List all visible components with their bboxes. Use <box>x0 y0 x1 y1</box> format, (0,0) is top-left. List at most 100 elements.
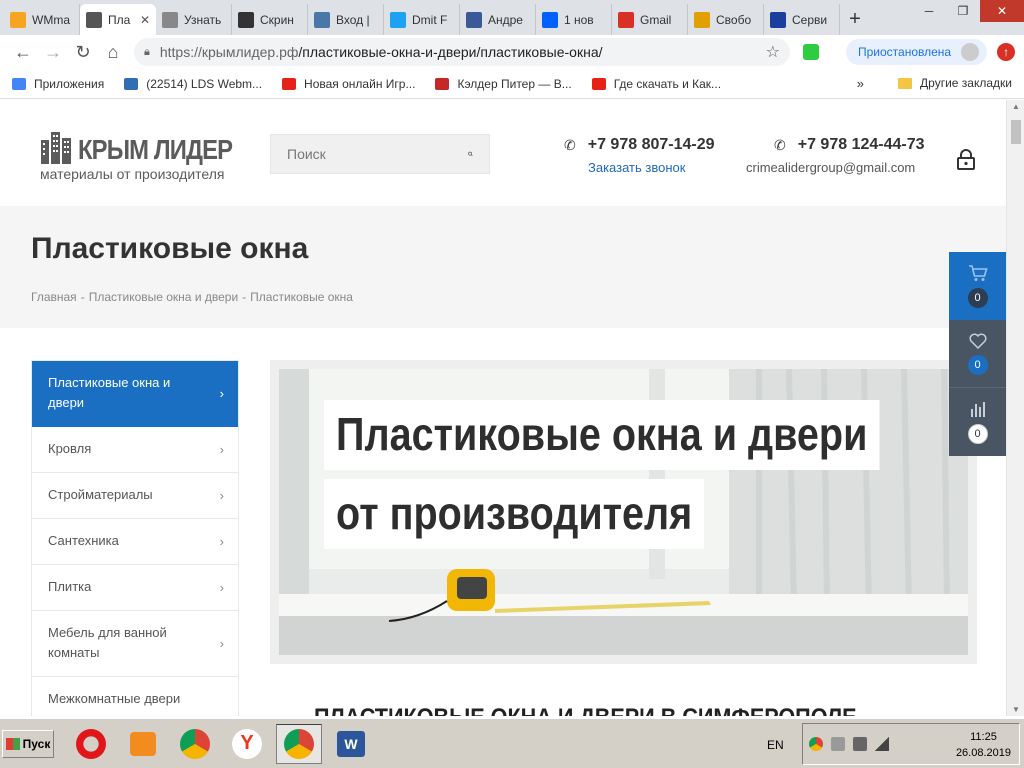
page-title-bar: Пластиковые окна Главная - Пластиковые окн… <box>0 206 1006 328</box>
callback-link[interactable]: Заказать звонок <box>588 160 715 175</box>
category-menu-item[interactable]: Пластиковые окна и двери › <box>32 361 238 427</box>
scroll-down-icon[interactable]: ▼ <box>1007 705 1024 714</box>
page-scrollbar[interactable]: ▲ ▼ <box>1006 100 1024 716</box>
banner-image: Пластиковые окна и двери от производител… <box>279 369 968 655</box>
banner-title-line2: от производителя <box>324 479 705 549</box>
chrome-active-taskbar-icon[interactable] <box>276 723 322 764</box>
reload-button[interactable]: ↻ <box>68 38 98 66</box>
yandex-taskbar-icon[interactable]: Y <box>224 724 270 764</box>
volume-muted-icon[interactable] <box>831 737 845 751</box>
compare-count: 0 <box>967 424 988 444</box>
category-menu: Пластиковые окна и двери › Кровля › Строймат… <box>31 360 239 716</box>
browser-tab[interactable]: Gmail <box>612 4 688 35</box>
browser-tab[interactable]: Андре <box>460 4 536 35</box>
minimize-button[interactable]: ─ <box>912 0 946 22</box>
bookmark-item[interactable]: Где скачать и Как... <box>591 76 722 91</box>
phone-number-1[interactable]: +7 978 807-14-29 <box>588 136 715 154</box>
category-menu-item[interactable]: Межкомнатные двери <box>32 677 238 716</box>
maximize-button[interactable]: ❐ <box>946 0 980 22</box>
tab-favicon-icon <box>542 11 558 28</box>
url-path: /пластиковые-окна-и-двери/пластиковые-ок… <box>298 44 603 60</box>
compare-widget[interactable]: 0 <box>949 388 1006 456</box>
url-text: https://крымлидер.рф/пластиковые-окна-и-… <box>160 44 766 60</box>
browser-tab[interactable]: Пла ✕ <box>80 4 156 35</box>
favorites-widget[interactable]: 0 <box>949 320 1006 388</box>
clock[interactable]: 11:25 26.08.2019 <box>956 729 1011 761</box>
media-taskbar-icon[interactable] <box>120 724 166 764</box>
tab-favicon-icon <box>314 11 330 28</box>
compare-icon <box>970 402 985 417</box>
close-window-button[interactable]: ✕ <box>980 0 1024 22</box>
address-bar[interactable]: 🔒︎ https://крымлидер.рф/пластиковые-окна… <box>134 38 790 66</box>
bookmark-item[interactable]: Новая онлайн Игр... <box>282 77 415 91</box>
page-title: Пластиковые окна <box>31 232 309 265</box>
search-box <box>270 134 490 174</box>
category-menu-item[interactable]: Мебель для ванной комнаты › <box>32 611 238 677</box>
browser-tab[interactable]: Серви <box>764 4 840 35</box>
browser-tab[interactable]: Свобо <box>688 4 764 35</box>
breadcrumb-link[interactable]: Пластиковые окна и двери <box>89 290 238 304</box>
opera-taskbar-icon[interactable] <box>68 724 114 764</box>
browser-toolbar: ← → ↻ ⌂ 🔒︎ https://крымлидер.рф/пластико… <box>0 35 1024 69</box>
phone-number-2[interactable]: +7 978 124-44-73 <box>798 136 925 154</box>
bookmark-label: Где скачать и Как... <box>613 76 722 91</box>
start-button[interactable]: Пуск <box>2 729 54 758</box>
section-heading: ПЛАСТИКОВЫЕ ОКНА И ДВЕРИ В СИМФЕРОПОЛЕ <box>314 704 857 716</box>
browser-tab[interactable]: Узнать <box>156 4 232 35</box>
update-icon[interactable]: ↑ <box>997 43 1016 61</box>
browser-tab[interactable]: 1 нов <box>536 4 612 35</box>
login-lock-icon[interactable] <box>955 148 977 170</box>
breadcrumb-link[interactable]: Главная <box>31 290 77 304</box>
extension-icon[interactable] <box>796 38 826 66</box>
bookmarks-overflow-button[interactable]: » <box>857 76 864 91</box>
new-tab-button[interactable]: + <box>840 4 870 35</box>
category-menu-item[interactable]: Плитка › <box>32 565 238 611</box>
other-bookmarks-folder[interactable]: Другие закладки <box>898 76 1012 90</box>
bookmark-item[interactable]: Приложения <box>12 77 104 91</box>
cart-widget[interactable]: 0 <box>949 252 1006 320</box>
bookmark-item[interactable]: Кэлдер Питер — В... <box>435 77 572 91</box>
back-button[interactable]: ← <box>8 38 38 66</box>
browser-tab[interactable]: Dmit F <box>384 4 460 35</box>
breadcrumb-link[interactable]: Пластиковые окна <box>250 290 353 304</box>
browser-tab[interactable]: WMma <box>4 4 80 35</box>
browser-tab[interactable]: Скрин <box>232 4 308 35</box>
clock-date: 26.08.2019 <box>955 747 1011 759</box>
category-menu-item[interactable]: Сантехника › <box>32 519 238 565</box>
forward-button[interactable]: → <box>38 38 68 66</box>
search-icon[interactable] <box>468 145 473 163</box>
clock-time: 11:25 <box>970 731 997 743</box>
tab-label: Пла <box>108 12 131 27</box>
tab-close-icon[interactable]: ✕ <box>140 13 150 27</box>
tab-label: Dmit F <box>412 12 448 27</box>
language-indicator[interactable]: EN <box>767 738 784 752</box>
search-input[interactable] <box>287 146 468 162</box>
word-taskbar-icon[interactable]: W <box>328 724 374 764</box>
network-error-icon[interactable] <box>853 737 867 751</box>
category-menu-label: Пластиковые окна и двери <box>48 375 171 410</box>
email-link[interactable]: crimealidergroup@gmail.com <box>746 160 925 175</box>
scroll-thumb[interactable] <box>1011 120 1021 144</box>
chrome-tray-icon[interactable] <box>809 737 823 751</box>
chrome-taskbar-icon[interactable] <box>172 724 218 764</box>
browser-tab[interactable]: Вход | <box>308 4 384 35</box>
start-label: Пуск <box>22 736 51 751</box>
chevron-right-icon: › <box>219 487 224 503</box>
web-page: КРЫМ ЛИДЕР материалы от произодителя ✆ +7… <box>0 100 1006 716</box>
tab-favicon-icon <box>466 11 482 28</box>
chevron-right-icon: › <box>219 579 224 595</box>
bookmark-star-icon[interactable]: ☆ <box>766 42 780 62</box>
profile-button[interactable]: Приостановлена <box>846 39 988 65</box>
bookmark-item[interactable]: (22514) LDS Webm... <box>124 77 262 91</box>
windows-logo-icon <box>5 737 20 750</box>
signal-icon[interactable] <box>875 737 889 751</box>
cart-count: 0 <box>967 288 988 308</box>
lock-icon: 🔒︎ <box>144 45 150 58</box>
promo-banner[interactable]: Пластиковые окна и двери от производител… <box>270 360 977 664</box>
building-icon <box>41 132 71 164</box>
scroll-up-icon[interactable]: ▲ <box>1007 102 1024 111</box>
category-menu-item[interactable]: Кровля › <box>32 427 238 473</box>
home-button[interactable]: ⌂ <box>98 38 128 66</box>
category-menu-item[interactable]: Стройматериалы › <box>32 473 238 519</box>
tab-label: Gmail <box>640 12 672 27</box>
